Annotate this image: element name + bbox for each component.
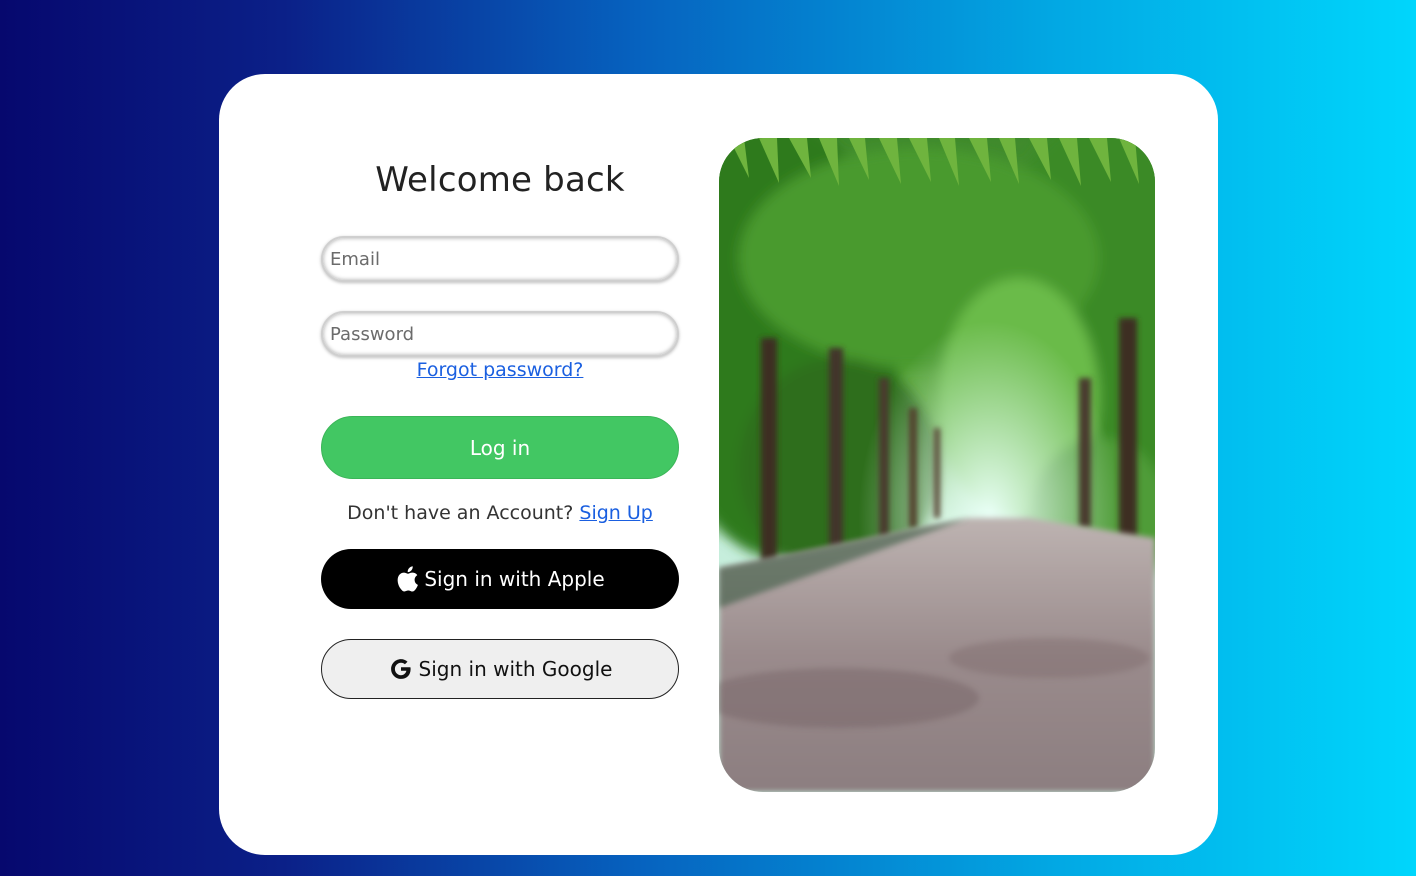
login-button[interactable]: Log in — [321, 416, 679, 479]
google-icon — [388, 656, 414, 682]
page-title: Welcome back — [375, 160, 625, 200]
google-signin-label: Sign in with Google — [418, 657, 613, 681]
password-input[interactable] — [321, 311, 679, 357]
signup-prompt: Don't have an Account? Sign Up — [321, 502, 679, 524]
signup-link[interactable]: Sign Up — [579, 502, 652, 524]
no-account-text: Don't have an Account? — [347, 502, 574, 524]
forest-path-image — [719, 138, 1155, 792]
login-card: Welcome back Forgot password? Log in Don… — [219, 74, 1218, 855]
apple-signin-label: Sign in with Apple — [424, 567, 605, 591]
forgot-password-link[interactable]: Forgot password? — [321, 359, 679, 381]
apple-signin-button[interactable]: Sign in with Apple — [321, 549, 679, 609]
email-input[interactable] — [321, 236, 679, 282]
apple-icon — [395, 565, 419, 593]
google-signin-button[interactable]: Sign in with Google — [321, 639, 679, 699]
